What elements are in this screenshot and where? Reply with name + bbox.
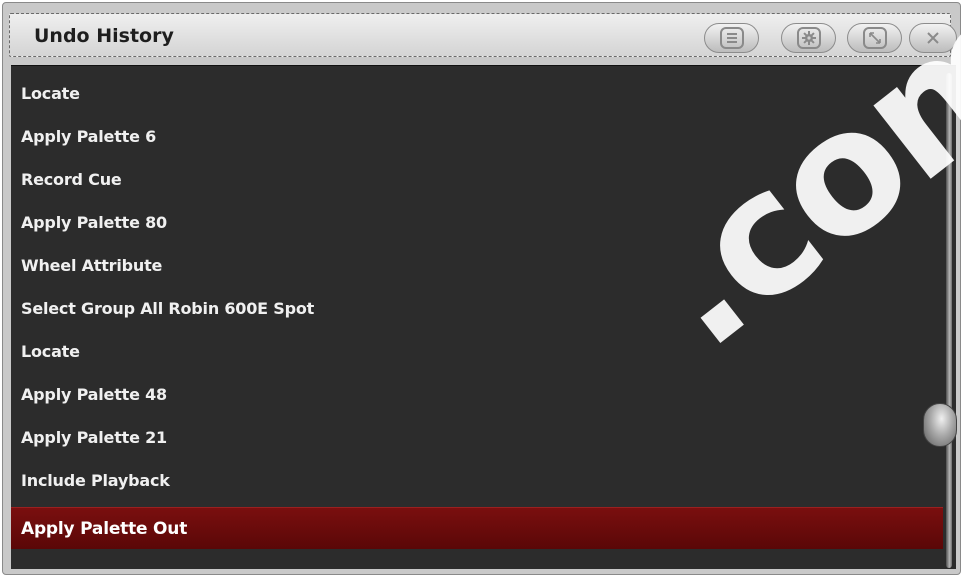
- list-item-selected[interactable]: Apply Palette Out: [11, 507, 943, 549]
- resize-icon: [862, 27, 887, 49]
- list-item[interactable]: Apply Palette 80: [11, 201, 943, 243]
- list-item[interactable]: Apply Palette 48: [11, 373, 943, 415]
- settings-button[interactable]: [781, 23, 836, 53]
- close-button[interactable]: [909, 23, 957, 53]
- list-item[interactable]: Wheel Attribute: [11, 244, 943, 286]
- list-item[interactable]: Include Playback: [11, 459, 943, 501]
- list-item[interactable]: Select Group All Robin 600E Spot: [11, 287, 943, 329]
- list-icon: [719, 27, 744, 49]
- scrollbar[interactable]: [923, 73, 957, 568]
- scroll-thumb[interactable]: [923, 403, 957, 447]
- undo-history-window: Undo History Locate Apply Palette 6 Reco…: [2, 2, 961, 575]
- list-item[interactable]: Apply Palette 6: [11, 115, 943, 157]
- scroll-track[interactable]: [946, 73, 952, 568]
- window-title: Undo History: [34, 25, 174, 47]
- close-icon: [921, 27, 945, 49]
- list-item[interactable]: Apply Palette 21: [11, 416, 943, 458]
- gear-icon: [796, 27, 821, 49]
- title-bar: Undo History: [9, 11, 957, 65]
- list-item[interactable]: Record Cue: [11, 158, 943, 200]
- undo-history-list[interactable]: Locate Apply Palette 6 Record Cue Apply …: [11, 65, 956, 569]
- list-item[interactable]: Locate: [11, 330, 943, 372]
- menu-button[interactable]: [704, 23, 759, 53]
- list-item[interactable]: Locate: [11, 72, 943, 114]
- resize-button[interactable]: [847, 23, 902, 53]
